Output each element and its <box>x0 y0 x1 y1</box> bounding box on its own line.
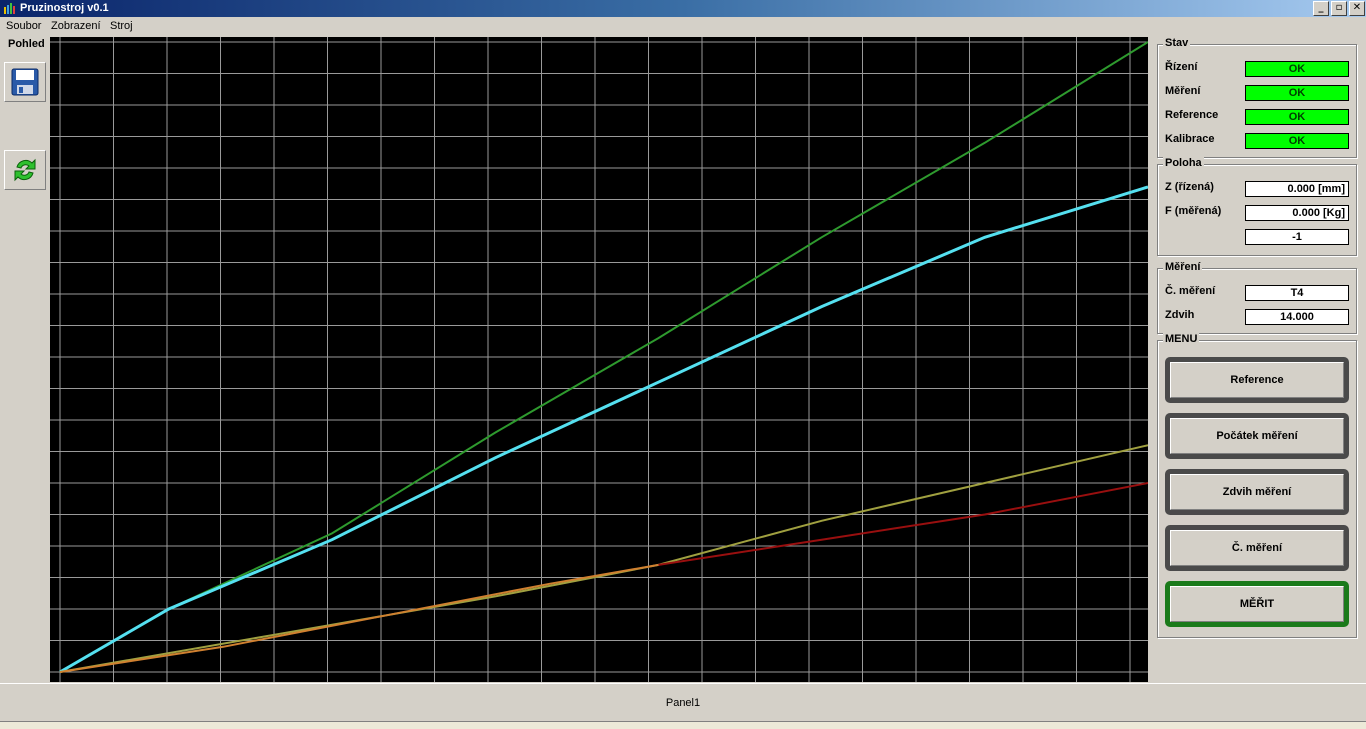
app-icon <box>3 2 16 15</box>
c-mereni-value: T4 <box>1245 285 1349 301</box>
menu-title: MENU <box>1163 333 1200 345</box>
f-label: F (měřená) <box>1165 205 1222 217</box>
series-line-2 <box>59 444 1149 673</box>
zdvih-value: 14.000 <box>1245 309 1349 325</box>
series-line-1 <box>59 185 1149 674</box>
pocatek-mereni-button-label: Počátek měření <box>1170 418 1344 454</box>
view-panel-label: Pohled <box>8 38 45 50</box>
mereni-status: OK <box>1245 85 1349 101</box>
counter-value: -1 <box>1245 229 1349 245</box>
stav-group: Stav Řízení OK Měření OK Reference OK Ka… <box>1157 37 1357 158</box>
mereni-group: Měření Č. měření T4 Zdvih 14.000 <box>1157 261 1357 334</box>
menu-soubor[interactable]: Soubor <box>6 20 41 32</box>
close-button[interactable]: ✕ <box>1349 1 1365 16</box>
menu-stroj[interactable]: Stroj <box>110 20 133 32</box>
save-button[interactable] <box>4 62 46 102</box>
pocatek-mereni-button[interactable]: Počátek měření <box>1165 413 1349 459</box>
menu-bar: Soubor Zobrazení Stroj <box>0 17 1366 36</box>
mereni-label: Měření <box>1165 85 1201 97</box>
reference-button-label: Reference <box>1170 362 1344 398</box>
window-title: Pruzinostroj v0.1 <box>20 2 109 14</box>
reference-status: OK <box>1245 109 1349 125</box>
save-icon <box>11 68 39 96</box>
c-mereni-button[interactable]: Č. měření <box>1165 525 1349 571</box>
plot-canvas <box>50 37 1149 682</box>
zdvih-mereni-button-label: Zdvih měření <box>1170 474 1344 510</box>
poloha-title: Poloha <box>1163 157 1204 169</box>
restore-button[interactable]: ▫ <box>1331 1 1347 16</box>
menu-zobrazeni[interactable]: Zobrazení <box>51 20 101 32</box>
stav-title: Stav <box>1163 37 1191 49</box>
f-value: 0.000 [Kg] <box>1245 205 1349 221</box>
zdvih-mereni-button[interactable]: Zdvih měření <box>1165 469 1349 515</box>
kalibrace-label: Kalibrace <box>1165 133 1215 145</box>
rizeni-label: Řízení <box>1165 61 1198 73</box>
minimize-button[interactable]: _ <box>1313 1 1329 16</box>
view-panel: Pohled <box>0 36 50 682</box>
series-line-3 <box>658 482 1149 566</box>
rizeni-status: OK <box>1245 61 1349 77</box>
refresh-button[interactable] <box>4 150 46 190</box>
plot-grid <box>50 37 1148 682</box>
reference-label: Reference <box>1165 109 1219 121</box>
c-mereni-label: Č. měření <box>1165 285 1216 297</box>
merit-button-label: MĚŘIT <box>1170 586 1344 622</box>
poloha-group: Poloha Z (řízená) 0.000 [mm] F (měřená) … <box>1157 157 1357 256</box>
mereni-title: Měření <box>1163 261 1203 273</box>
measurement-plot <box>50 37 1149 682</box>
merit-button[interactable]: MĚŘIT <box>1165 581 1349 627</box>
zdvih-label: Zdvih <box>1165 309 1195 321</box>
c-mereni-button-label: Č. měření <box>1170 530 1344 566</box>
reference-button[interactable]: Reference <box>1165 357 1349 403</box>
status-panel: Panel1 <box>0 683 1366 721</box>
z-value: 0.000 [mm] <box>1245 181 1349 197</box>
refresh-icon <box>14 158 36 182</box>
title-bar: Pruzinostroj v0.1 _ ▫ ✕ <box>0 0 1366 17</box>
status-panel-text: Panel1 <box>665 697 701 709</box>
z-label: Z (řízená) <box>1165 181 1214 193</box>
right-panel: Stav Řízení OK Měření OK Reference OK Ka… <box>1149 36 1366 682</box>
kalibrace-status: OK <box>1245 133 1349 149</box>
